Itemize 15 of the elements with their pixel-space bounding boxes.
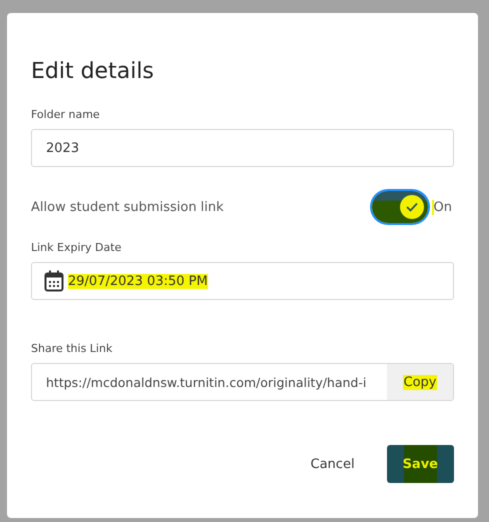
share-link-field[interactable]: https://mcdonaldnsw.turnitin.com/originality/hand-i Copy	[31, 363, 454, 401]
field-label: Link Expiry Date	[31, 241, 122, 254]
toggle-switch[interactable]	[372, 191, 428, 223]
expiry-date-field[interactable]: 29/07/2023 03:50 PM	[31, 262, 454, 300]
calendar-icon	[44, 270, 64, 292]
toggle-state: On	[432, 200, 454, 214]
save-button[interactable]: Save	[386, 445, 454, 483]
cancel-button[interactable]: Cancel	[304, 456, 361, 472]
check-icon	[406, 202, 418, 212]
toggle-label: Allow student submission link	[31, 200, 224, 214]
folder-name-field[interactable]: 2023	[31, 129, 454, 167]
copy-button[interactable]: Copy	[387, 364, 453, 400]
field-label: Folder name	[31, 108, 101, 121]
field-label: Share this Link	[31, 342, 114, 355]
dialog-title: Edit details	[31, 59, 155, 84]
